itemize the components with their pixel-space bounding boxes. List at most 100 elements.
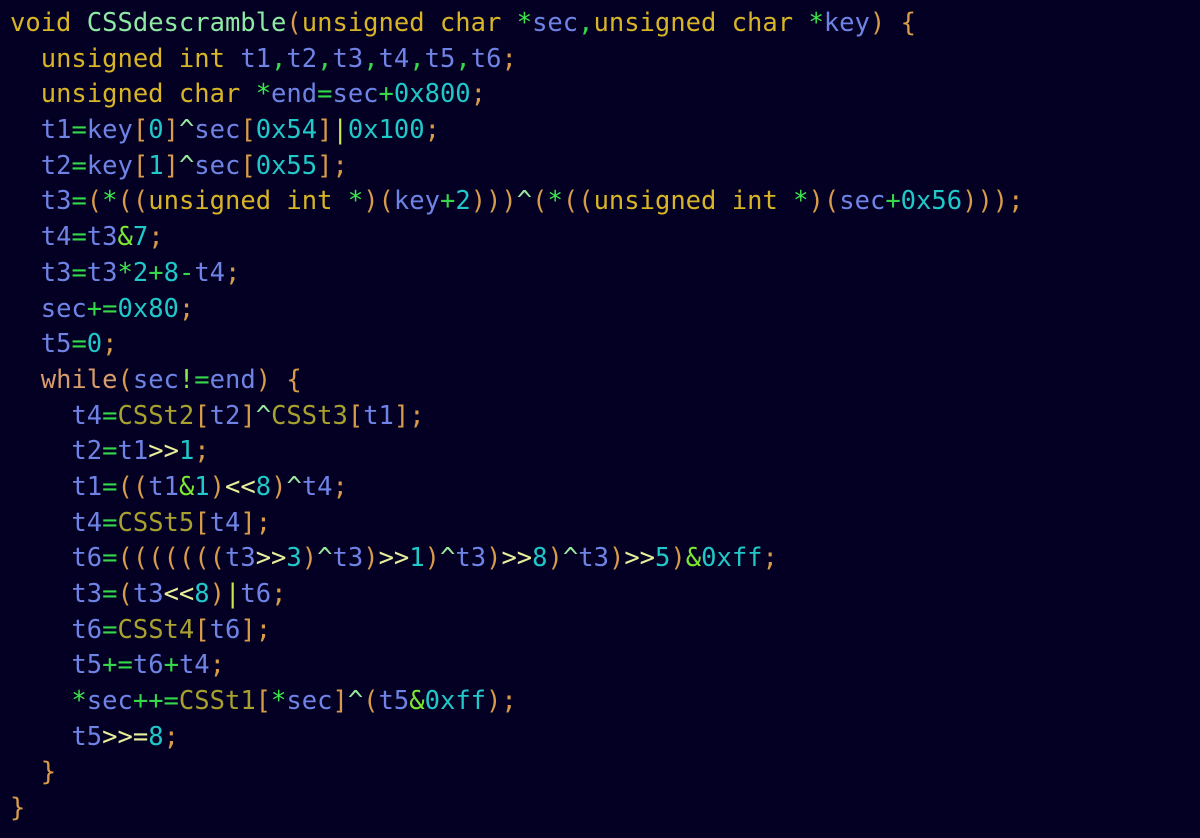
token-ident: t3 xyxy=(71,579,103,609)
token-num: 0x55 xyxy=(255,150,318,181)
token-array: CSSt2 xyxy=(117,400,195,431)
token-type: char xyxy=(439,8,502,38)
code-line[interactable]: t4=CSSt5[t4]; xyxy=(10,506,1200,542)
token-bracket: ; xyxy=(470,79,487,110)
code-line[interactable]: t5>>=8; xyxy=(10,720,1200,756)
code-line[interactable]: t1=key[0]^sec[0x54]|0x100; xyxy=(10,113,1200,149)
token-bracket: { xyxy=(286,364,302,395)
token-shift: >> xyxy=(148,436,179,467)
token-ident: t3 xyxy=(132,579,164,609)
token-bracket: } xyxy=(40,757,57,788)
code-line[interactable]: t5+=t6+t4; xyxy=(10,648,1200,684)
token-bracket: ] xyxy=(317,115,333,146)
token-ident: t2 xyxy=(40,150,72,181)
code-line[interactable]: unsigned int t1,t2,t3,t4,t5,t6; xyxy=(10,42,1200,78)
token-num: 2 xyxy=(455,186,471,217)
token-ident: t5 xyxy=(378,686,410,717)
token-assign: ++= xyxy=(132,686,179,717)
token-star: * xyxy=(271,686,287,717)
token-num: 8 xyxy=(163,257,179,288)
token-assign: = xyxy=(102,507,118,538)
token-num: 0x56 xyxy=(900,186,963,217)
token-caret: ^ xyxy=(347,686,364,717)
code-line[interactable]: t6=CSSt4[t6]; xyxy=(10,613,1200,649)
token-num: 7 xyxy=(132,222,149,253)
token-ident: t1 xyxy=(148,471,179,502)
token-type: void xyxy=(10,8,72,38)
code-line[interactable]: t3=t3*2+8-t4; xyxy=(10,256,1200,292)
code-line[interactable]: sec+=0x80; xyxy=(10,292,1200,328)
code-line[interactable]: t3=(*((unsigned int *)(key+2)))^(*((unsi… xyxy=(10,184,1200,220)
token-bracket: )( xyxy=(363,186,394,217)
token-assign: = xyxy=(71,115,87,146)
code-listing[interactable]: void CSSdescramble(unsigned char *sec,un… xyxy=(10,6,1200,827)
token-ident: sec xyxy=(86,686,133,717)
token-star: * xyxy=(102,186,118,217)
token-bracket: [ xyxy=(347,400,364,431)
token-ident: key xyxy=(823,8,870,38)
token-num: 0 xyxy=(86,329,103,360)
code-line[interactable]: } xyxy=(10,791,1200,827)
code-line[interactable]: *sec++=CSSt1[*sec]^(t5&0xff); xyxy=(10,684,1200,720)
token-bracket: ; xyxy=(194,436,210,467)
code-line[interactable]: t2=key[1]^sec[0x55]; xyxy=(10,149,1200,185)
token-bracket: (( xyxy=(562,186,594,217)
token-num: 1 xyxy=(409,543,425,574)
token-array: CSSt5 xyxy=(117,507,195,538)
token-bracket: ( xyxy=(363,686,379,717)
token-star: * xyxy=(808,8,824,38)
token-bracket: ] xyxy=(240,614,256,645)
token-bracket: ( xyxy=(532,186,548,217)
token-bracket: ; xyxy=(148,222,164,253)
token-num: 8 xyxy=(194,579,210,609)
code-line[interactable]: t1=((t1&1)<<8)^t4; xyxy=(10,470,1200,506)
token-bracket: ))); xyxy=(962,186,1024,217)
token-shift: >> xyxy=(624,543,656,574)
token-shift: >> xyxy=(255,543,287,574)
token-num: 1 xyxy=(178,436,195,467)
token-bracket: ; xyxy=(501,43,517,74)
token-ident: t6 xyxy=(71,543,103,574)
code-line[interactable]: t2=t1>>1; xyxy=(10,434,1200,470)
code-line[interactable]: t4=t3&7; xyxy=(10,220,1200,256)
code-line[interactable]: void CSSdescramble(unsigned char *sec,un… xyxy=(10,6,1200,42)
code-line[interactable]: t3=(t3<<8)|t6; xyxy=(10,577,1200,613)
code-line[interactable]: } xyxy=(10,755,1200,791)
token-bracket: [ xyxy=(194,614,210,645)
code-line[interactable]: t4=CSSt2[t2]^CSSt3[t1]; xyxy=(10,399,1200,435)
token-assign: += xyxy=(102,650,133,681)
token-bracket: ) xyxy=(271,471,287,502)
token-bracket: ] xyxy=(393,400,410,431)
token-bracket: ; xyxy=(163,721,179,752)
token-assign: + xyxy=(378,79,394,110)
token-bracket: ( xyxy=(86,186,103,217)
code-line[interactable]: while(sec!=end) { xyxy=(10,363,1200,399)
code-editor-viewport[interactable]: void CSSdescramble(unsigned char *sec,un… xyxy=(0,0,1200,838)
token-amp: & xyxy=(409,686,425,717)
code-line[interactable]: unsigned char *end=sec+0x800; xyxy=(10,77,1200,113)
token-punct: , xyxy=(455,43,471,74)
token-ident: t3 xyxy=(40,257,72,288)
token-assign: = xyxy=(102,436,118,467)
token-caret: ^ xyxy=(440,543,456,574)
token-bracket: ) xyxy=(486,686,502,717)
code-line[interactable]: t6=(((((((t3>>3)^t3)>>1)^t3)>>8)^t3)>>5)… xyxy=(10,541,1200,577)
token-bracket: ((((((( xyxy=(117,543,225,574)
token-ident: t3 xyxy=(40,186,72,217)
token-bracket: ; xyxy=(332,150,348,181)
token-caret: ^ xyxy=(562,543,579,574)
code-line[interactable]: t5=0; xyxy=(10,327,1200,363)
